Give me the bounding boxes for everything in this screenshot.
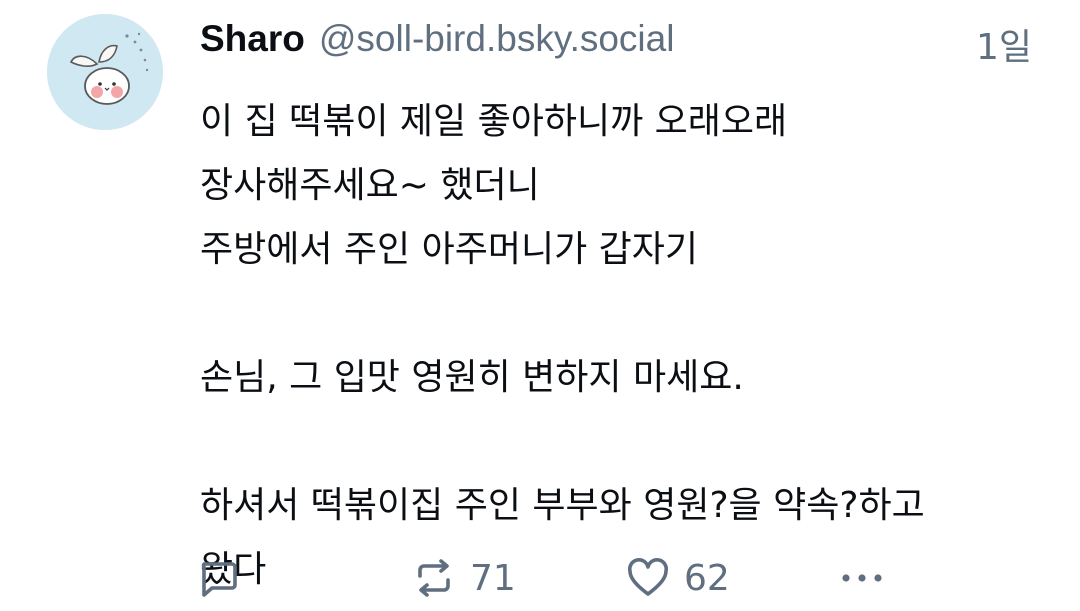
bird-avatar-icon (47, 14, 163, 130)
repost-button[interactable]: 71 (412, 550, 516, 606)
post-actions: 71 62 (196, 550, 896, 606)
post-card[interactable]: Sharo @soll-bird.bsky.social 1일 이 집 떡볶이 … (0, 0, 1080, 611)
repost-count: 71 (470, 557, 516, 599)
like-count: 62 (684, 557, 730, 599)
author-handle[interactable]: @soll-bird.bsky.social (319, 18, 675, 60)
more-options-button[interactable] (836, 550, 888, 606)
author-display-name[interactable]: Sharo (200, 18, 305, 60)
like-button[interactable]: 62 (626, 550, 730, 606)
heart-icon (627, 557, 669, 596)
more-icon (842, 574, 882, 582)
avatar[interactable] (47, 14, 163, 130)
post-body-text: 이 집 떡볶이 제일 좋아하니까 오래오래 장사해주세요~ 했더니 주방에서 주… (200, 101, 925, 590)
post-timestamp[interactable]: 1일 (976, 18, 1032, 70)
reply-icon (201, 562, 237, 597)
repost-icon (418, 559, 450, 597)
post-header: Sharo @soll-bird.bsky.social (200, 18, 1040, 68)
reply-button[interactable] (196, 550, 240, 606)
